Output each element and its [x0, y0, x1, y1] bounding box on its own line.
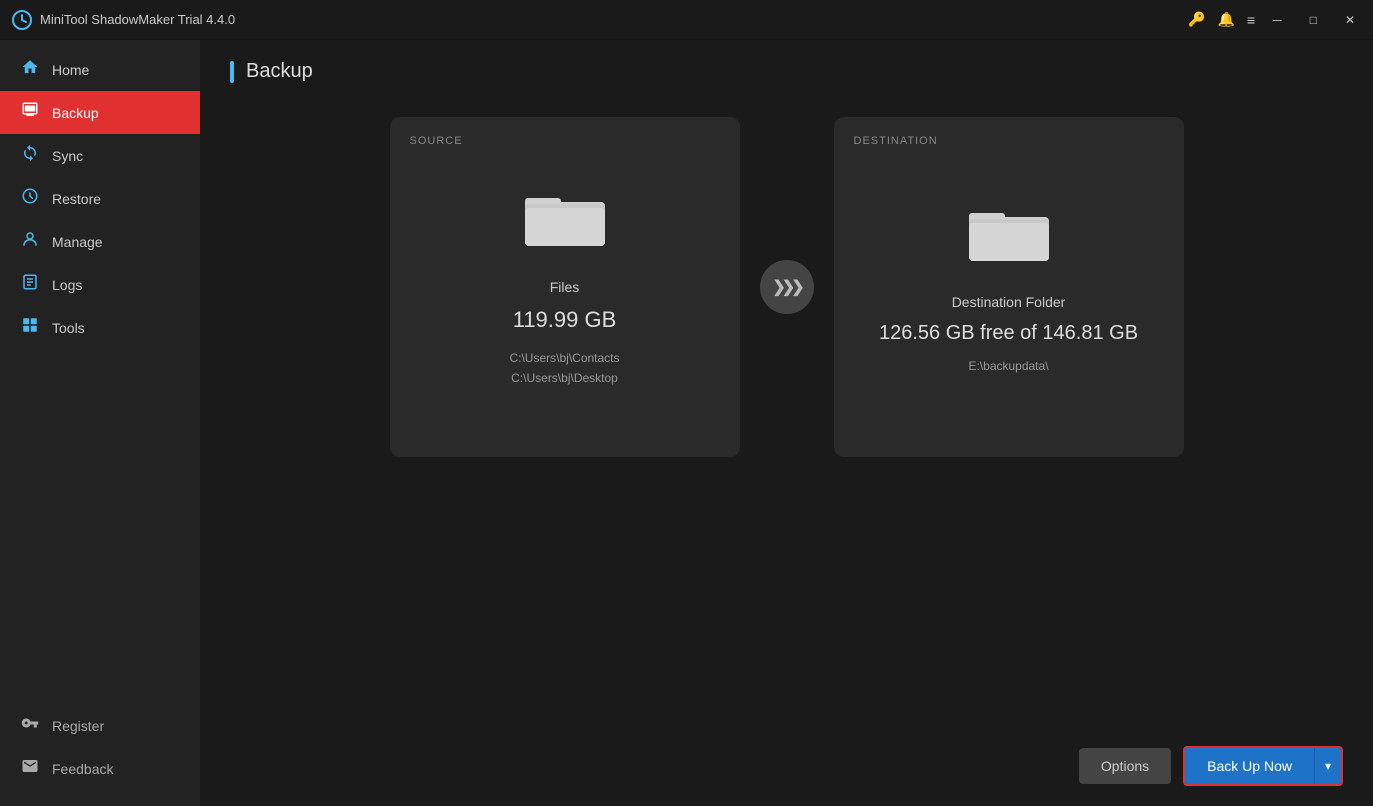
- sidebar-label-tools: Tools: [52, 320, 85, 336]
- source-panel[interactable]: SOURCE Files 119.99 GB C:\Users\bj\Conta…: [390, 117, 740, 457]
- options-button[interactable]: Options: [1079, 748, 1171, 784]
- source-path-2: C:\Users\bj\Desktop: [509, 369, 619, 388]
- titlebar: MiniTool ShadowMaker Trial 4.4.0 🔑 🔔 ≡ ─…: [0, 0, 1373, 40]
- sidebar-item-home[interactable]: Home: [0, 48, 200, 91]
- sidebar-item-manage[interactable]: Manage: [0, 220, 200, 263]
- destination-folder-icon: [969, 201, 1049, 270]
- logs-icon: [20, 273, 40, 296]
- sidebar-item-logs[interactable]: Logs: [0, 263, 200, 306]
- source-path-1: C:\Users\bj\Contacts: [509, 349, 619, 368]
- destination-panel[interactable]: DESTINATION Destination Folder 126.56 GB…: [834, 117, 1184, 457]
- app-logo: [12, 10, 32, 30]
- close-button[interactable]: ✕: [1339, 11, 1361, 29]
- minimize-button[interactable]: ─: [1267, 11, 1288, 29]
- sidebar-item-restore[interactable]: Restore: [0, 177, 200, 220]
- restore-icon: [20, 187, 40, 210]
- title-accent-bar: [230, 61, 234, 83]
- sidebar-item-sync[interactable]: Sync: [0, 134, 200, 177]
- sidebar: Home Backup Sync Restore: [0, 40, 200, 806]
- home-icon: [20, 58, 40, 81]
- titlebar-icons: 🔑 🔔 ≡: [1188, 11, 1255, 28]
- sidebar-label-feedback: Feedback: [52, 761, 113, 777]
- sync-icon: [20, 144, 40, 167]
- page-title: Backup: [246, 60, 313, 83]
- destination-panel-wrapper: DESTINATION Destination Folder 126.56 GB…: [834, 117, 1184, 457]
- sidebar-label-logs: Logs: [52, 277, 82, 293]
- destination-name: Destination Folder: [952, 294, 1066, 310]
- sidebar-nav: Home Backup Sync Restore: [0, 48, 200, 704]
- source-name: Files: [550, 279, 580, 295]
- sidebar-label-backup: Backup: [52, 105, 99, 121]
- sidebar-bottom: Register Feedback: [0, 704, 200, 806]
- bell-icon[interactable]: 🔔: [1218, 11, 1235, 28]
- backup-panels: SOURCE Files 119.99 GB C:\Users\bj\Conta…: [230, 117, 1343, 457]
- source-folder-icon: [525, 186, 605, 255]
- sidebar-label-manage: Manage: [52, 234, 103, 250]
- key-icon: [20, 714, 40, 737]
- page-title-area: Backup: [230, 60, 1343, 83]
- sidebar-label-home: Home: [52, 62, 89, 78]
- manage-icon: [20, 230, 40, 253]
- backup-dropdown-button[interactable]: ▾: [1314, 748, 1341, 784]
- destination-path: E:\backupdata\: [968, 359, 1048, 373]
- maximize-button[interactable]: □: [1304, 11, 1323, 29]
- sidebar-item-register[interactable]: Register: [0, 704, 200, 747]
- mail-icon: [20, 757, 40, 780]
- main-content: Backup SOURCE Files 11: [200, 40, 1373, 806]
- bottom-bar: Options Back Up Now ▾: [1079, 746, 1343, 786]
- source-paths: C:\Users\bj\Contacts C:\Users\bj\Desktop: [509, 349, 619, 387]
- window-controls: ─ □ ✕: [1267, 11, 1361, 29]
- tools-icon: [20, 316, 40, 339]
- destination-free: 126.56 GB free of 146.81 GB: [879, 322, 1138, 345]
- backup-now-button[interactable]: Back Up Now: [1185, 748, 1314, 784]
- backup-icon: [20, 101, 40, 124]
- source-panel-wrapper: SOURCE Files 119.99 GB C:\Users\bj\Conta…: [390, 117, 740, 457]
- sidebar-label-sync: Sync: [52, 148, 83, 164]
- source-label: SOURCE: [410, 135, 463, 147]
- arrow-chevrons: ❯❯❯: [772, 277, 800, 297]
- destination-label: DESTINATION: [854, 135, 938, 147]
- source-size: 119.99 GB: [513, 307, 617, 333]
- arrow-indicator: ❯❯❯: [760, 260, 814, 314]
- sidebar-item-backup[interactable]: Backup: [0, 91, 200, 134]
- menu-icon[interactable]: ≡: [1247, 12, 1255, 28]
- sidebar-label-register: Register: [52, 718, 104, 734]
- sidebar-item-tools[interactable]: Tools: [0, 306, 200, 349]
- sidebar-label-restore: Restore: [52, 191, 101, 207]
- sidebar-item-feedback[interactable]: Feedback: [0, 747, 200, 790]
- backup-now-wrapper: Back Up Now ▾: [1183, 746, 1343, 786]
- key-icon[interactable]: 🔑: [1188, 11, 1205, 28]
- dropdown-arrow-icon: ▾: [1325, 759, 1331, 773]
- app-container: Home Backup Sync Restore: [0, 40, 1373, 806]
- app-title: MiniTool ShadowMaker Trial 4.4.0: [40, 12, 1188, 27]
